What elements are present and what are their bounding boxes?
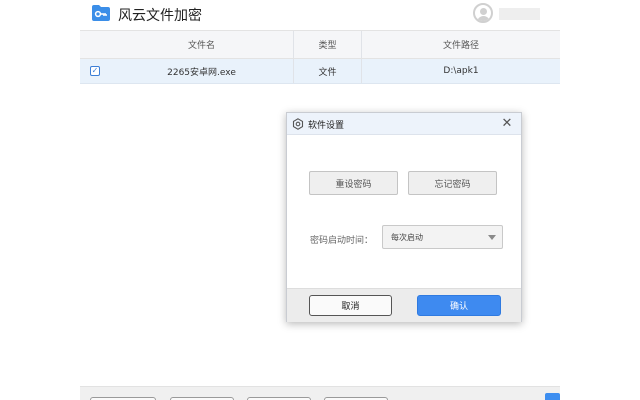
dialog-footer: 取消 确认 xyxy=(287,288,521,322)
folder-key-icon xyxy=(92,5,110,21)
row-checkbox[interactable]: ✓ xyxy=(90,66,100,76)
settings-dialog: 软件设置 ✕ 重设密码 忘记密码 密码启动时间： 每次启动 取消 确认 xyxy=(286,112,522,322)
close-icon[interactable]: ✕ xyxy=(499,116,515,132)
dialog-header: 软件设置 ✕ xyxy=(287,113,521,135)
dialog-title: 软件设置 xyxy=(308,121,345,131)
column-header-type[interactable]: 类型 xyxy=(293,31,361,58)
file-name-cell: 2265安卓网.exe xyxy=(167,67,236,78)
password-launch-value: 每次启动 xyxy=(391,233,423,242)
title-bar: 风云文件加密 xyxy=(0,0,640,28)
avatar[interactable] xyxy=(473,3,493,23)
column-header-path[interactable]: 文件路径 xyxy=(361,31,560,58)
confirm-button[interactable]: 确认 xyxy=(417,295,501,316)
forgot-password-button[interactable]: 忘记密码 xyxy=(408,171,497,195)
file-type-cell: 文件 xyxy=(293,59,361,83)
reset-password-button[interactable]: 重设密码 xyxy=(309,171,398,195)
column-header-name[interactable]: 文件名 xyxy=(110,31,293,58)
primary-toolbar-button[interactable] xyxy=(545,393,560,400)
settings-icon xyxy=(292,118,304,130)
username-placeholder[interactable] xyxy=(499,8,540,20)
table-header: 文件名 类型 文件路径 xyxy=(80,30,560,59)
bottom-toolbar xyxy=(80,386,560,400)
table-row[interactable]: ✓ 2265安卓网.exe 文件 D:\apk1 xyxy=(80,59,560,84)
file-path-cell: D:\apk1 xyxy=(361,59,560,83)
password-launch-label: 密码启动时间： xyxy=(310,236,374,246)
file-table: 文件名 类型 文件路径 ✓ 2265安卓网.exe 文件 D:\apk1 xyxy=(80,30,560,84)
app-title: 风云文件加密 xyxy=(118,8,202,24)
cancel-button[interactable]: 取消 xyxy=(309,295,392,316)
password-launch-select[interactable]: 每次启动 xyxy=(382,225,503,249)
row-checkbox-cell[interactable]: ✓ xyxy=(80,59,110,83)
chevron-down-icon xyxy=(488,235,496,240)
